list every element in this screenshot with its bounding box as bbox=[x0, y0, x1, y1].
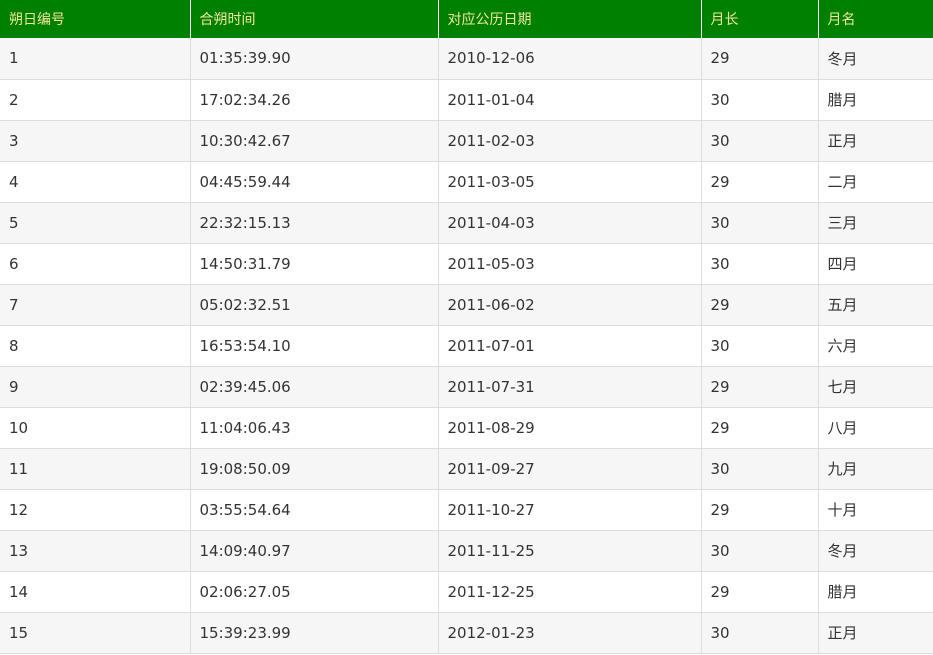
cell-month-name: 十月 bbox=[818, 489, 933, 531]
table-row: 13 14:09:40.97 2011-11-25 30 冬月 bbox=[0, 530, 933, 572]
cell-month-length: 30 bbox=[701, 448, 819, 490]
cell-new-moon-number: 6 bbox=[0, 243, 191, 285]
table-row: 8 16:53:54.10 2011-07-01 30 六月 bbox=[0, 325, 933, 367]
cell-new-moon-number: 10 bbox=[0, 407, 191, 449]
cell-month-name: 冬月 bbox=[818, 530, 933, 572]
cell-conjunction-time: 14:50:31.79 bbox=[190, 243, 439, 285]
table-row: 2 17:02:34.26 2011-01-04 30 腊月 bbox=[0, 79, 933, 121]
cell-new-moon-number: 5 bbox=[0, 202, 191, 244]
cell-gregorian-date: 2011-07-31 bbox=[438, 366, 702, 408]
cell-new-moon-number: 1 bbox=[0, 38, 191, 80]
cell-conjunction-time: 03:55:54.64 bbox=[190, 489, 439, 531]
cell-conjunction-time: 02:06:27.05 bbox=[190, 571, 439, 613]
cell-gregorian-date: 2010-12-06 bbox=[438, 38, 702, 80]
table-row: 11 19:08:50.09 2011-09-27 30 九月 bbox=[0, 448, 933, 490]
cell-gregorian-date: 2011-03-05 bbox=[438, 161, 702, 203]
cell-conjunction-time: 19:08:50.09 bbox=[190, 448, 439, 490]
cell-new-moon-number: 8 bbox=[0, 325, 191, 367]
cell-month-length: 29 bbox=[701, 284, 819, 326]
cell-conjunction-time: 01:35:39.90 bbox=[190, 38, 439, 80]
header-row: 朔日编号 合朔时间 对应公历日期 月长 月名 bbox=[0, 0, 933, 38]
cell-month-name: 四月 bbox=[818, 243, 933, 285]
cell-new-moon-number: 11 bbox=[0, 448, 191, 490]
cell-conjunction-time: 17:02:34.26 bbox=[190, 79, 439, 121]
cell-gregorian-date: 2011-12-25 bbox=[438, 571, 702, 613]
cell-new-moon-number: 2 bbox=[0, 79, 191, 121]
table-row: 9 02:39:45.06 2011-07-31 29 七月 bbox=[0, 366, 933, 408]
cell-new-moon-number: 4 bbox=[0, 161, 191, 203]
cell-conjunction-time: 11:04:06.43 bbox=[190, 407, 439, 449]
cell-gregorian-date: 2011-10-27 bbox=[438, 489, 702, 531]
cell-month-length: 29 bbox=[701, 161, 819, 203]
table-row: 15 15:39:23.99 2012-01-23 30 正月 bbox=[0, 612, 933, 654]
table-row: 1 01:35:39.90 2010-12-06 29 冬月 bbox=[0, 38, 933, 80]
table-row: 12 03:55:54.64 2011-10-27 29 十月 bbox=[0, 489, 933, 531]
cell-month-length: 30 bbox=[701, 612, 819, 654]
cell-month-length: 29 bbox=[701, 571, 819, 613]
cell-gregorian-date: 2011-04-03 bbox=[438, 202, 702, 244]
cell-gregorian-date: 2011-06-02 bbox=[438, 284, 702, 326]
cell-month-length: 29 bbox=[701, 366, 819, 408]
table-body: 1 01:35:39.90 2010-12-06 29 冬月 2 17:02:34.26 20… bbox=[0, 38, 933, 654]
cell-conjunction-time: 16:53:54.10 bbox=[190, 325, 439, 367]
cell-month-name: 腊月 bbox=[818, 79, 933, 121]
header-month-length: 月长 bbox=[701, 0, 819, 38]
header-new-moon-number: 朔日编号 bbox=[0, 0, 191, 38]
cell-new-moon-number: 13 bbox=[0, 530, 191, 572]
cell-month-name: 腊月 bbox=[818, 571, 933, 613]
cell-month-name: 六月 bbox=[818, 325, 933, 367]
cell-conjunction-time: 22:32:15.13 bbox=[190, 202, 439, 244]
cell-month-length: 30 bbox=[701, 202, 819, 244]
cell-month-name: 七月 bbox=[818, 366, 933, 408]
cell-month-name: 二月 bbox=[818, 161, 933, 203]
cell-conjunction-time: 15:39:23.99 bbox=[190, 612, 439, 654]
cell-gregorian-date: 2011-09-27 bbox=[438, 448, 702, 490]
header-gregorian-date: 对应公历日期 bbox=[438, 0, 702, 38]
cell-month-name: 三月 bbox=[818, 202, 933, 244]
new-moon-table: 朔日编号 合朔时间 对应公历日期 月长 月名 1 01:35:39.90 2010-… bbox=[0, 0, 933, 654]
cell-month-length: 29 bbox=[701, 38, 819, 80]
cell-new-moon-number: 9 bbox=[0, 366, 191, 408]
cell-gregorian-date: 2011-07-01 bbox=[438, 325, 702, 367]
cell-gregorian-date: 2011-02-03 bbox=[438, 120, 702, 162]
cell-month-length: 30 bbox=[701, 243, 819, 285]
cell-month-name: 正月 bbox=[818, 612, 933, 654]
cell-gregorian-date: 2011-08-29 bbox=[438, 407, 702, 449]
cell-month-length: 30 bbox=[701, 530, 819, 572]
cell-new-moon-number: 15 bbox=[0, 612, 191, 654]
cell-gregorian-date: 2011-01-04 bbox=[438, 79, 702, 121]
cell-month-name: 五月 bbox=[818, 284, 933, 326]
cell-month-name: 九月 bbox=[818, 448, 933, 490]
cell-month-name: 冬月 bbox=[818, 38, 933, 80]
cell-conjunction-time: 10:30:42.67 bbox=[190, 120, 439, 162]
cell-gregorian-date: 2011-11-25 bbox=[438, 530, 702, 572]
table-row: 14 02:06:27.05 2011-12-25 29 腊月 bbox=[0, 571, 933, 613]
table-row: 5 22:32:15.13 2011-04-03 30 三月 bbox=[0, 202, 933, 244]
cell-month-name: 正月 bbox=[818, 120, 933, 162]
cell-new-moon-number: 14 bbox=[0, 571, 191, 613]
table-row: 7 05:02:32.51 2011-06-02 29 五月 bbox=[0, 284, 933, 326]
table-row: 10 11:04:06.43 2011-08-29 29 八月 bbox=[0, 407, 933, 449]
cell-new-moon-number: 3 bbox=[0, 120, 191, 162]
cell-new-moon-number: 7 bbox=[0, 284, 191, 326]
cell-month-length: 29 bbox=[701, 407, 819, 449]
cell-month-length: 30 bbox=[701, 79, 819, 121]
cell-gregorian-date: 2011-05-03 bbox=[438, 243, 702, 285]
cell-conjunction-time: 02:39:45.06 bbox=[190, 366, 439, 408]
cell-month-length: 30 bbox=[701, 120, 819, 162]
cell-month-length: 30 bbox=[701, 325, 819, 367]
table-row: 6 14:50:31.79 2011-05-03 30 四月 bbox=[0, 243, 933, 285]
header-conjunction-time: 合朔时间 bbox=[190, 0, 439, 38]
cell-conjunction-time: 05:02:32.51 bbox=[190, 284, 439, 326]
cell-gregorian-date: 2012-01-23 bbox=[438, 612, 702, 654]
cell-month-length: 29 bbox=[701, 489, 819, 531]
cell-conjunction-time: 14:09:40.97 bbox=[190, 530, 439, 572]
cell-new-moon-number: 12 bbox=[0, 489, 191, 531]
table-header: 朔日编号 合朔时间 对应公历日期 月长 月名 bbox=[0, 0, 933, 38]
table-row: 4 04:45:59.44 2011-03-05 29 二月 bbox=[0, 161, 933, 203]
cell-month-name: 八月 bbox=[818, 407, 933, 449]
cell-conjunction-time: 04:45:59.44 bbox=[190, 161, 439, 203]
header-month-name: 月名 bbox=[818, 0, 933, 38]
table-row: 3 10:30:42.67 2011-02-03 30 正月 bbox=[0, 120, 933, 162]
